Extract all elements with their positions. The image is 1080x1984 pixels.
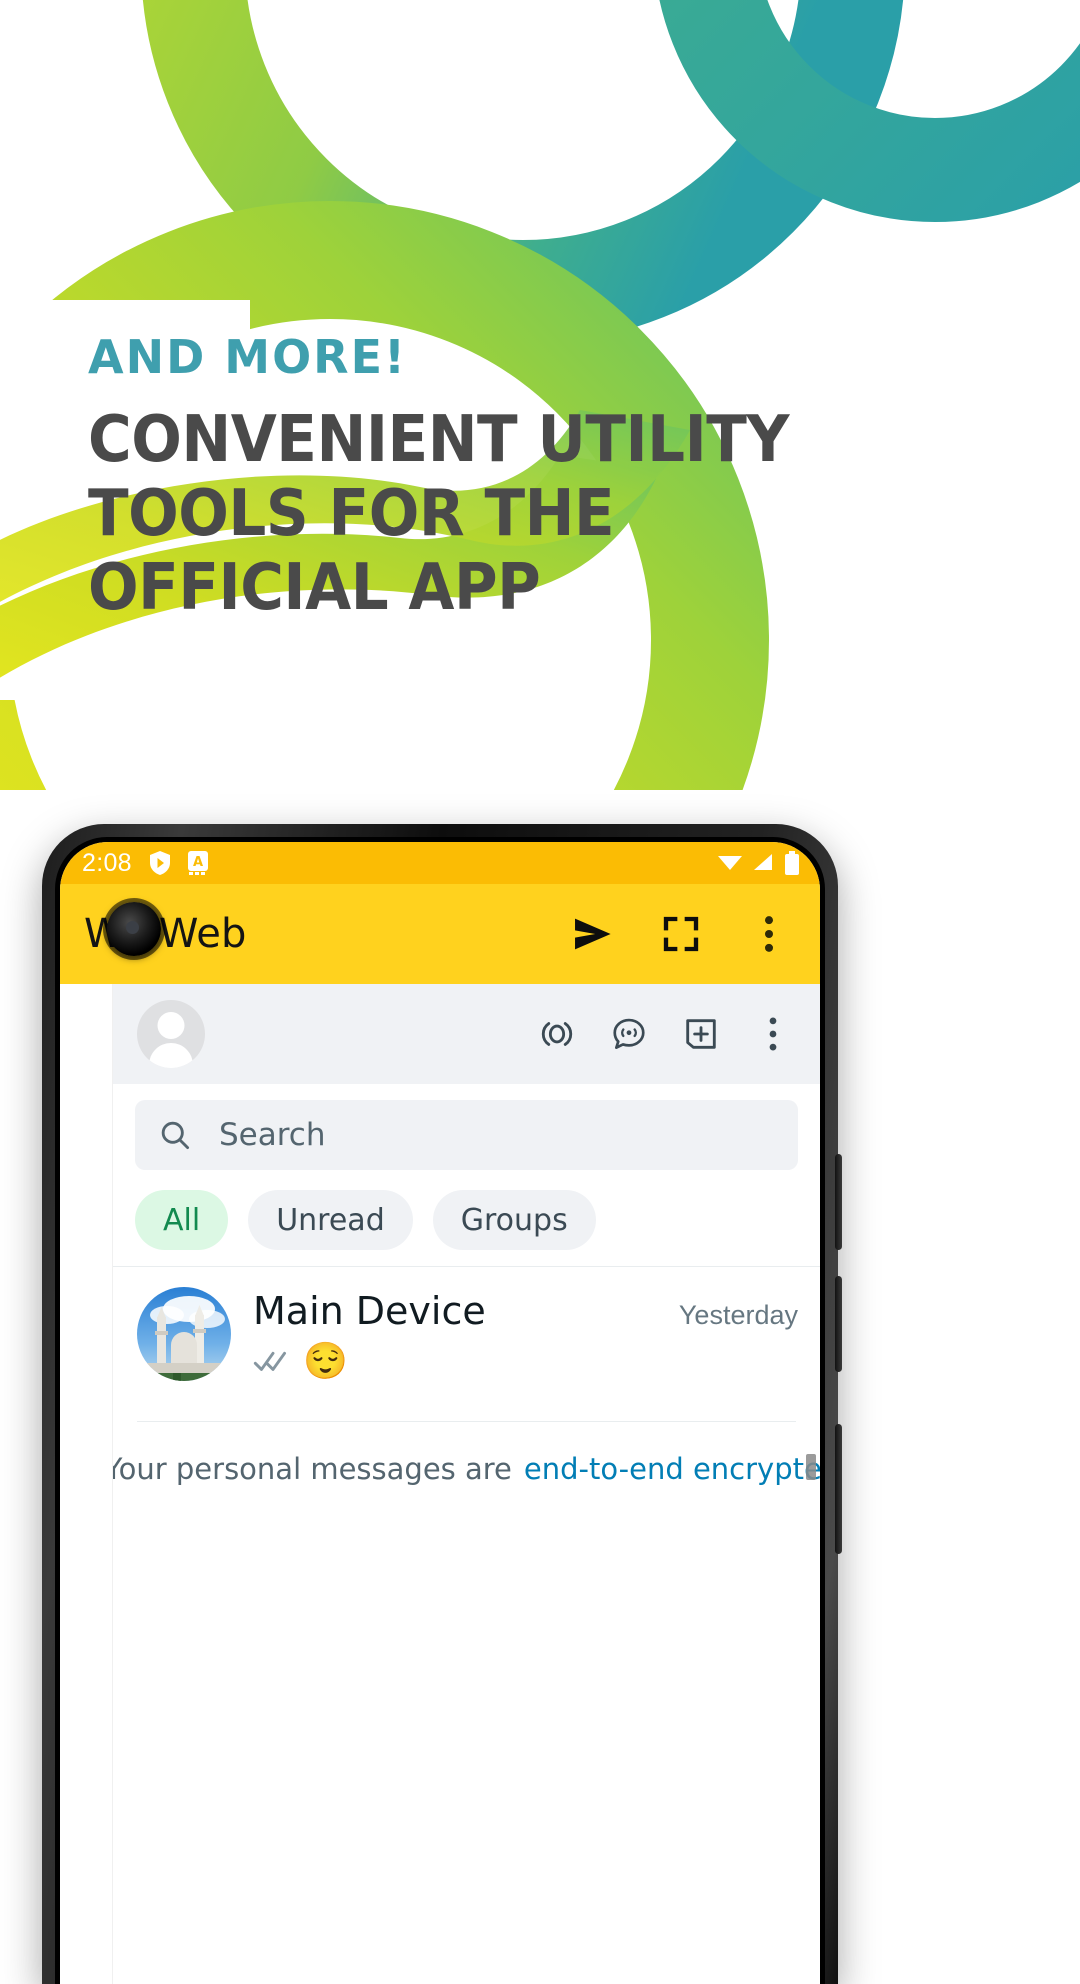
fullscreen-button[interactable] bbox=[658, 911, 704, 957]
app-bar: Wa Web bbox=[60, 884, 820, 984]
battery-icon bbox=[785, 851, 799, 875]
front-camera bbox=[107, 902, 161, 956]
phone-power-button[interactable] bbox=[835, 1424, 842, 1554]
phone-mockup: 2:08 A Wa Web Search All Unread Groups M… bbox=[42, 824, 842, 1984]
chat-timestamp: Yesterday bbox=[678, 1300, 798, 1330]
overflow-menu-icon bbox=[765, 916, 773, 952]
status-bar-system-icons bbox=[716, 851, 800, 875]
mosque-photo-icon bbox=[137, 1287, 231, 1381]
status-button[interactable] bbox=[610, 1015, 648, 1053]
meta-ai-icon bbox=[541, 1022, 573, 1046]
filter-chips: All Unread Groups bbox=[113, 1182, 820, 1266]
overflow-menu-icon bbox=[769, 1017, 777, 1051]
status-bar-notification-icons: A bbox=[148, 850, 210, 876]
profile-avatar[interactable] bbox=[137, 1000, 205, 1068]
phone-volume-down-button[interactable] bbox=[835, 1276, 842, 1372]
filter-chip-all[interactable]: All bbox=[135, 1190, 229, 1250]
promo-copy: AND MORE! CONVENIENT UTILITY TOOLS FOR T… bbox=[88, 334, 848, 630]
status-bar: 2:08 A bbox=[60, 842, 820, 884]
headline-line-3: OFFICIAL APP bbox=[88, 551, 541, 625]
meta-ai-button[interactable] bbox=[538, 1015, 576, 1053]
chat-name: Main Device bbox=[253, 1289, 486, 1333]
filter-chip-unread[interactable]: Unread bbox=[248, 1190, 413, 1250]
chat-content: Main Device Yesterday 😌 bbox=[253, 1287, 798, 1379]
play-protect-icon bbox=[149, 851, 170, 875]
wa-header-actions bbox=[538, 1015, 798, 1053]
search-icon bbox=[161, 1121, 190, 1150]
filter-chip-groups[interactable]: Groups bbox=[432, 1190, 596, 1250]
chat-preview-row: 😌 bbox=[253, 1343, 798, 1379]
promo-headline: CONVENIENT UTILITY TOOLS FOR THE OFFICIA… bbox=[88, 408, 795, 620]
status-icon bbox=[613, 1018, 645, 1049]
search-placeholder: Search bbox=[219, 1117, 326, 1153]
headline-line-2: TOOLS FOR THE bbox=[88, 477, 615, 551]
wa-header bbox=[113, 984, 820, 1084]
encryption-link[interactable]: end-to-end encrypted bbox=[524, 1452, 820, 1486]
wifi-icon bbox=[754, 854, 772, 870]
status-bar-time: 2:08 bbox=[82, 848, 132, 877]
signal-icon bbox=[718, 856, 742, 870]
scrollbar-thumb[interactable] bbox=[806, 1454, 816, 1480]
wa-overflow-menu-button[interactable] bbox=[754, 1015, 792, 1053]
search-input[interactable]: Search bbox=[135, 1100, 798, 1170]
phone-screen: 2:08 A Wa Web Search All Unread Groups M… bbox=[60, 842, 820, 1984]
phone-volume-up-button[interactable] bbox=[835, 1154, 842, 1250]
fullscreen-icon bbox=[663, 916, 699, 952]
send-button[interactable] bbox=[570, 911, 616, 957]
headline-line-1: CONVENIENT UTILITY bbox=[88, 403, 790, 477]
double-check-icon bbox=[253, 1351, 286, 1371]
overflow-menu-button[interactable] bbox=[746, 911, 792, 957]
encryption-notice: Your personal messages are end-to-end en… bbox=[113, 1422, 820, 1486]
svg-text:A: A bbox=[193, 855, 203, 870]
encryption-text: Your personal messages are bbox=[112, 1452, 512, 1486]
chat-avatar bbox=[137, 1287, 231, 1381]
app-badge-icon: A bbox=[187, 851, 208, 875]
new-chat-icon bbox=[686, 1019, 716, 1049]
chat-title-row: Main Device Yesterday bbox=[253, 1289, 798, 1333]
app-bar-actions bbox=[570, 911, 796, 957]
promo-eyebrow: AND MORE! bbox=[88, 330, 407, 384]
send-icon bbox=[575, 918, 611, 950]
search-section: Search bbox=[113, 1084, 820, 1182]
chat-preview-emoji: 😌 bbox=[303, 1340, 348, 1381]
webview-container: Search All Unread Groups Main Device Yes… bbox=[112, 984, 820, 1984]
new-chat-button[interactable] bbox=[682, 1015, 720, 1053]
chat-list-item[interactable]: Main Device Yesterday 😌 bbox=[113, 1267, 820, 1403]
